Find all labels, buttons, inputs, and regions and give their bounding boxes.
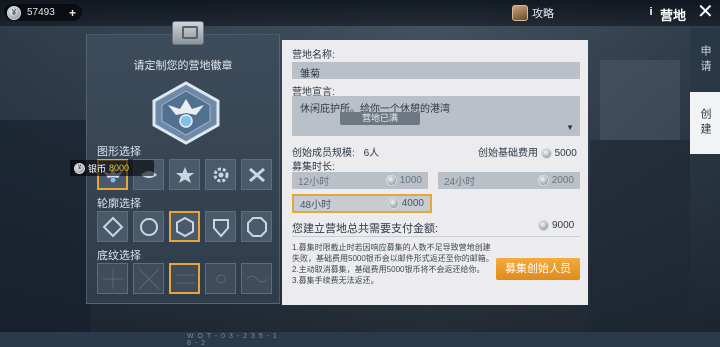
emblem-panel-title: 请定制您的营地徽章 — [133, 60, 233, 72]
duration-price-12h: 1000 — [385, 175, 422, 186]
guide-avatar-icon — [512, 5, 528, 21]
pattern-option-5[interactable] — [241, 263, 272, 294]
shape-option-3[interactable] — [169, 159, 200, 190]
duration-price-48h: 4000 — [387, 198, 424, 209]
tab-apply[interactable]: 申请 — [690, 28, 720, 92]
divider — [292, 236, 580, 237]
pattern-option-3[interactable] — [169, 263, 200, 294]
dot-pattern-icon — [216, 274, 225, 283]
silver-coin-icon: ¥ — [74, 162, 85, 174]
duration-label-24h: 24小时 — [444, 177, 476, 188]
wave-pattern-icon — [246, 275, 267, 282]
shape-option-4[interactable] — [205, 159, 236, 190]
hexagon-outline-icon — [175, 216, 194, 237]
circle-outline-icon — [139, 217, 158, 236]
stripe-pattern-icon — [174, 274, 195, 283]
pattern-options — [97, 263, 272, 294]
silver-coin-icon: ¥ — [7, 5, 21, 20]
note-2: 2.主动取消募集，基础费用5000银币将不会返还给你。 — [292, 265, 485, 274]
outline-select-label: 轮廓选择 — [97, 198, 141, 210]
cross-pattern-icon — [138, 268, 159, 289]
guide-button[interactable]: 攻略 — [512, 4, 554, 22]
octagon-outline-icon — [246, 216, 267, 237]
guide-label: 攻略 — [532, 8, 554, 20]
declaration-input[interactable]: 休闲庇护所。给你一个休憩的港湾 营地已满 ▼ — [292, 96, 580, 136]
base-fee-value: 5000 — [554, 148, 577, 159]
duration-price-value: 4000 — [401, 198, 424, 209]
duration-label-12h: 12小时 — [298, 177, 330, 188]
outline-options — [97, 211, 272, 242]
recruit-founders-button[interactable]: 募集创始人员 — [496, 258, 580, 280]
duration-option-12h[interactable]: 12小时 1000 — [292, 172, 428, 189]
silver-coin-icon — [537, 175, 549, 186]
diamond-outline-icon — [102, 216, 123, 237]
watermark-text: W O T - 0 3 - 2 3 5 - 1 8 - 2 — [187, 333, 278, 347]
price-amount: 8000 — [109, 163, 130, 173]
recruit-notes: 1.募集时限截止时若因响应募集的人数不足导致营地创建失败，基础费用5000银币会… — [292, 242, 497, 286]
dropdown-arrow-icon[interactable]: ▼ — [566, 123, 574, 132]
cross-shape-icon — [248, 167, 265, 182]
duration-price-value: 2000 — [551, 175, 574, 186]
outline-option-hexagon[interactable] — [169, 211, 200, 242]
price-currency: 银币 — [88, 163, 107, 174]
duration-label: 募集时长: — [292, 162, 335, 173]
member-size-value: 6人 — [363, 148, 380, 159]
total-cost-label: 您建立营地总共需要支付金额: — [292, 223, 439, 235]
duration-price-value: 1000 — [399, 175, 422, 186]
clip-icon — [172, 21, 204, 45]
shield-outline-icon — [212, 218, 229, 238]
total-cost-value: 9000 — [552, 220, 575, 231]
silver-coin-icon — [540, 147, 552, 159]
member-size: 创始成员规模: 6人 — [292, 144, 379, 159]
duration-price-24h: 2000 — [537, 175, 574, 186]
close-icon[interactable]: ✕ — [697, 1, 714, 23]
note-1: 1.募集时限截止时若因响应募集的人数不足导致营地创建失败，基础费用5000银币会… — [292, 243, 494, 263]
outline-option-octagon[interactable] — [241, 211, 272, 242]
info-icon[interactable]: i — [644, 5, 658, 19]
add-currency-button[interactable]: + — [69, 6, 76, 20]
shape-option-5[interactable] — [241, 159, 272, 190]
silver-coin-icon — [538, 220, 549, 231]
base-fee: 创始基础费用 5000 — [478, 144, 577, 159]
camp-name-input[interactable]: 雏菊 — [292, 62, 580, 80]
duration-label-48h: 48小时 — [300, 200, 332, 211]
silver-coin-icon — [387, 198, 399, 209]
base-fee-label: 创始基础费用 — [478, 148, 538, 159]
silver-amount: 57493 — [27, 7, 55, 18]
emblem-preview-icon — [152, 81, 220, 145]
camp-name-label: 营地名称: — [292, 50, 335, 61]
pattern-select-label: 底纹选择 — [97, 250, 141, 262]
emblem-price-tooltip: ¥ 银币 8000 — [70, 160, 154, 176]
page-title: 营地 — [660, 8, 687, 23]
outline-option-circle[interactable] — [133, 211, 164, 242]
silver-coin-icon — [385, 175, 397, 186]
pattern-option-1[interactable] — [97, 263, 128, 294]
grid-pattern-icon — [102, 268, 123, 289]
duration-option-24h[interactable]: 24小时 2000 — [438, 172, 580, 189]
camp-form: 营地名称: 雏菊 营地宣言: 休闲庇护所。给你一个休憩的港湾 营地已满 ▼ 创始… — [282, 40, 588, 305]
shape-select-label: 图形选择 — [97, 146, 141, 158]
gear-shape-icon — [213, 167, 228, 182]
top-bar: ¥ 57493 + 攻略 i 营地 ✕ — [0, 0, 720, 26]
camp-full-badge: 营地已满 — [340, 112, 420, 125]
star-shape-icon — [175, 166, 194, 183]
outline-option-shield[interactable] — [205, 211, 236, 242]
total-cost: 9000 — [538, 220, 574, 231]
pattern-option-4[interactable] — [205, 263, 236, 294]
outline-option-diamond[interactable] — [97, 211, 128, 242]
silver-currency-display: ¥ 57493 + — [4, 4, 82, 21]
duration-option-48h[interactable]: 48小时 4000 — [292, 194, 432, 213]
pattern-option-2[interactable] — [133, 263, 164, 294]
tab-create[interactable]: 创建 — [690, 92, 720, 154]
note-3: 3.募集手续费无法返还。 — [292, 276, 379, 285]
